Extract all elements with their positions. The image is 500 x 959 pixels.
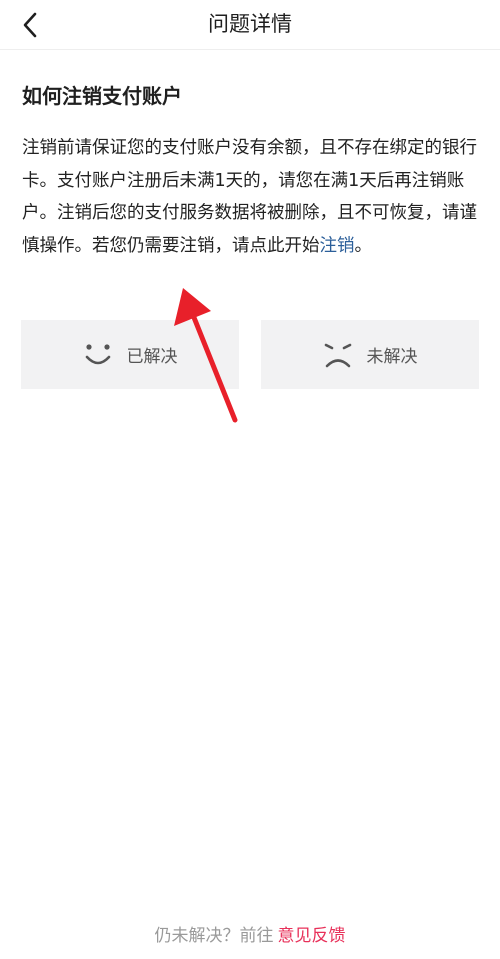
smile-icon xyxy=(85,343,110,364)
article-body-text: 注销前请保证您的支付账户没有余额，且不存在绑定的银行卡。支付账户注册后未满1天的… xyxy=(22,138,477,256)
article-body-end: 。 xyxy=(354,235,373,256)
solved-label: 已解决 xyxy=(126,347,178,367)
footer-prompt: 仍未解决？前往 xyxy=(154,926,274,946)
article-body: 注销前请保证您的支付账户没有余额，且不存在绑定的银行卡。支付账户注册后未满1天的… xyxy=(22,132,480,262)
footer: 仍未解决？前往 意见反馈 xyxy=(0,922,500,950)
page-title: 问题详情 xyxy=(208,12,292,36)
feedback-link[interactable]: 意见反馈 xyxy=(278,926,346,946)
nav-bar: 问题详情 xyxy=(0,0,500,50)
solved-button[interactable]: 已解决 xyxy=(21,320,239,389)
article-title: 如何注销支付账户 xyxy=(22,84,182,108)
unsolved-button[interactable]: 未解决 xyxy=(261,320,479,389)
unsolved-label: 未解决 xyxy=(366,347,418,367)
cancel-account-link[interactable]: 注销 xyxy=(320,236,355,256)
frown-icon xyxy=(324,343,351,367)
